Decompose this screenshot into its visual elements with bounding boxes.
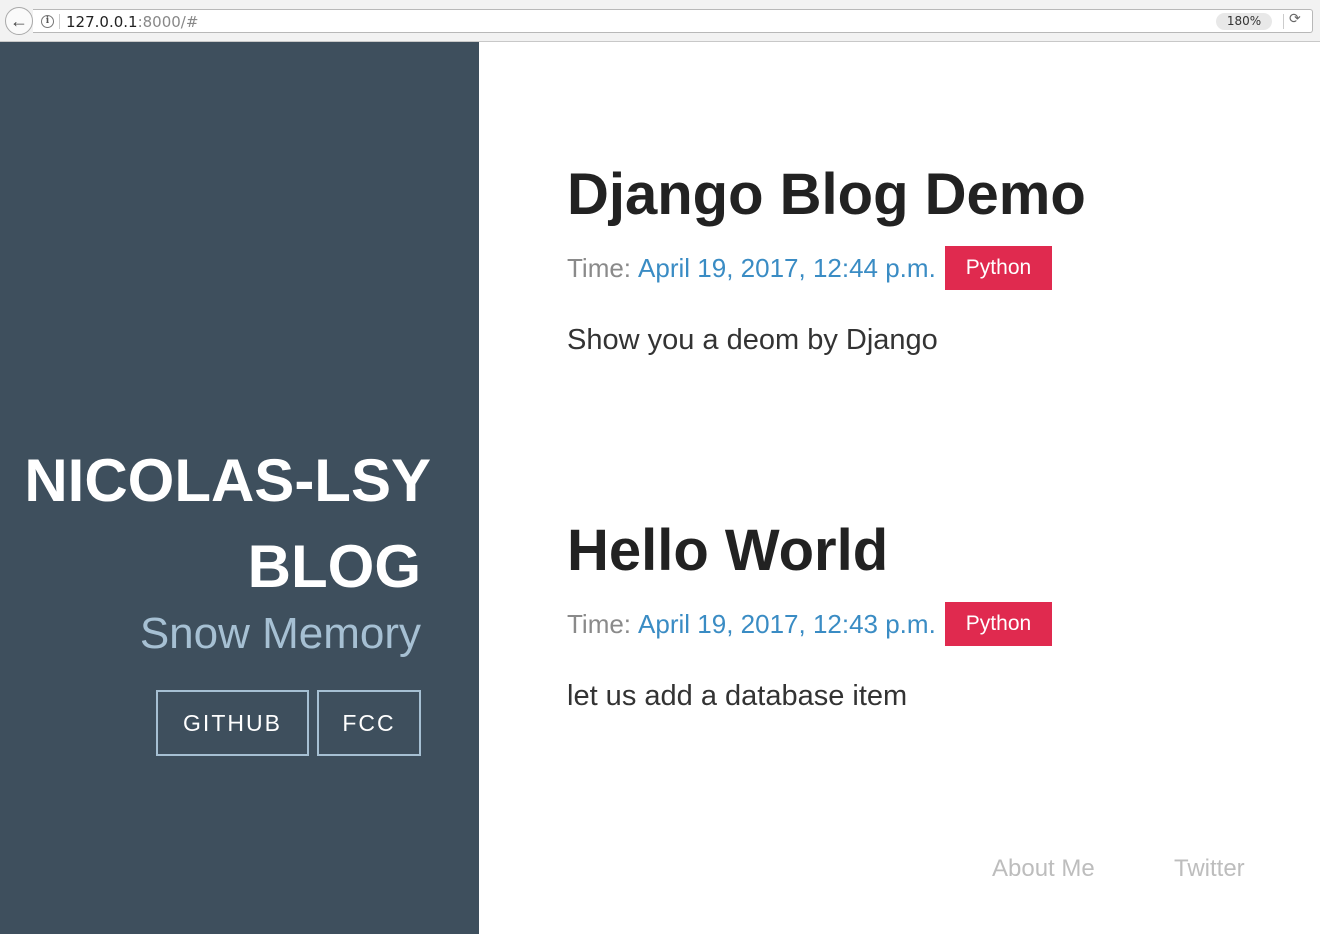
site-title-line2: BLOG: [247, 533, 421, 600]
github-button[interactable]: GITHUB: [156, 690, 309, 756]
site-title-line1: NICOLAS-LSY: [24, 447, 431, 514]
post-time-link[interactable]: April 19, 2017, 12:44 p.m.: [638, 253, 936, 284]
site-subtitle: Snow Memory: [139, 609, 421, 658]
post-excerpt: let us add a database item: [567, 680, 908, 712]
url-divider-right: [1283, 14, 1284, 29]
url-path: :8000/#: [137, 13, 199, 31]
post-item: Django Blog Demo Time: April 19, 2017, 1…: [567, 158, 1086, 360]
tag-badge[interactable]: Python: [944, 602, 1053, 646]
info-icon[interactable]: i: [41, 15, 54, 28]
fcc-button[interactable]: FCC: [317, 690, 421, 756]
reload-icon[interactable]: ⟳: [1289, 11, 1301, 27]
twitter-link[interactable]: Twitter: [1174, 852, 1245, 886]
browser-toolbar: ← i 127.0.0.1:8000/# 180% ⟳: [0, 0, 1320, 42]
post-meta: Time: April 19, 2017, 12:43 p.m. Python: [567, 602, 1053, 646]
site-title[interactable]: NICOLAS-LSY BLOG: [11, 438, 431, 610]
time-label: Time:: [567, 608, 632, 639]
sidebar: NICOLAS-LSY BLOG Snow Memory GITHUB FCC: [0, 42, 479, 934]
address-bar[interactable]: i 127.0.0.1:8000/# 180% ⟳: [33, 9, 1313, 33]
url-text[interactable]: 127.0.0.1:8000/#: [66, 13, 198, 31]
url-divider: [59, 14, 60, 29]
post-title[interactable]: Hello World: [567, 514, 1052, 588]
post-title[interactable]: Django Blog Demo: [567, 158, 1086, 232]
post-meta: Time: April 19, 2017, 12:44 p.m. Python: [567, 246, 1086, 290]
post-item: Hello World Time: April 19, 2017, 12:43 …: [567, 514, 1053, 716]
zoom-level-badge[interactable]: 180%: [1216, 13, 1272, 30]
tag-badge[interactable]: Python: [944, 246, 1053, 290]
post-excerpt: Show you a deom by Django: [567, 324, 938, 356]
back-arrow-icon[interactable]: ←: [5, 7, 33, 35]
post-time-link[interactable]: April 19, 2017, 12:43 p.m.: [638, 609, 936, 640]
about-me-link[interactable]: About Me: [992, 852, 1095, 886]
time-label: Time:: [567, 252, 632, 283]
url-host: 127.0.0.1: [66, 13, 138, 31]
